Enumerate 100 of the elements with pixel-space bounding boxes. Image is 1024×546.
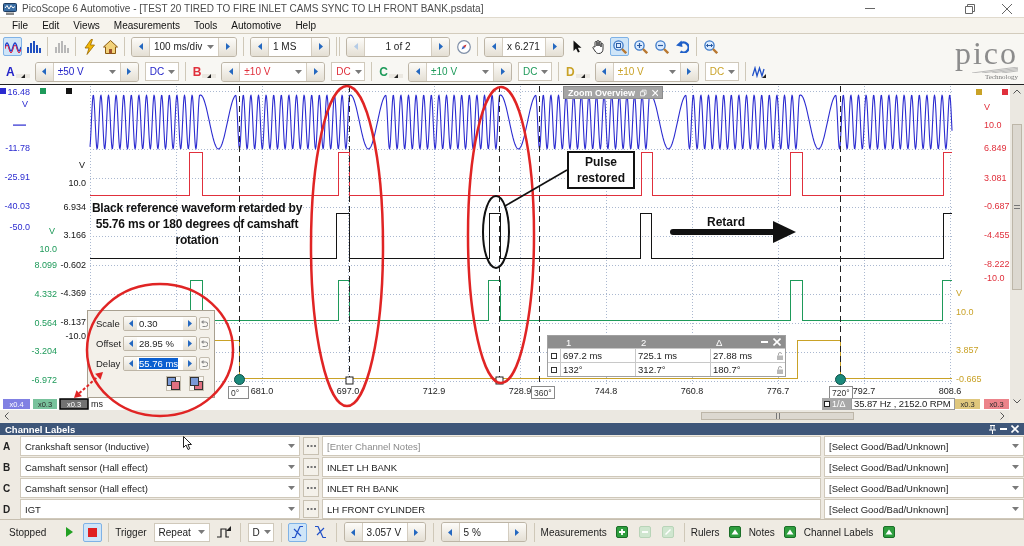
zoom-fit-button[interactable] — [701, 37, 720, 56]
decrement-button[interactable] — [124, 317, 137, 330]
restore-icon[interactable] — [965, 3, 975, 14]
range-spinner[interactable]: ±50 V — [34, 61, 139, 82]
zoom-area-button[interactable] — [610, 37, 629, 56]
menu-item[interactable]: Views — [66, 20, 107, 31]
reset-button[interactable] — [199, 317, 210, 330]
zoom-factor-spinner[interactable]: x 6.271 — [484, 36, 564, 57]
decrement-button[interactable] — [251, 37, 268, 56]
decrement-button[interactable] — [344, 523, 362, 541]
notes-field[interactable]: [Enter Channel Notes] — [322, 436, 821, 456]
value-field[interactable]: 0.30 — [137, 317, 183, 330]
range-spinner[interactable]: ±10 V — [408, 61, 512, 82]
trigger-mode-dropdown[interactable]: Repeat — [153, 522, 210, 542]
threshold-spinner[interactable]: 3.057 V — [343, 522, 426, 542]
value-spinner[interactable]: 0.30 — [123, 316, 197, 331]
menu-item[interactable]: File — [5, 20, 36, 31]
timebase-field[interactable]: 100 ms/div — [149, 37, 219, 56]
rising-edge-button[interactable] — [287, 522, 307, 542]
range-field[interactable]: ±10 V — [239, 62, 308, 81]
pin-icon[interactable] — [989, 424, 996, 434]
decrement-button[interactable] — [485, 37, 502, 56]
coupling-dropdown[interactable]: DC — [331, 62, 366, 81]
decrement-button[interactable] — [132, 37, 149, 56]
close-icon[interactable] — [1002, 3, 1012, 14]
ruler-handle[interactable] — [234, 374, 245, 385]
coupling-dropdown[interactable]: DC — [144, 62, 179, 81]
increment-button[interactable] — [183, 357, 196, 370]
timebase-spinner[interactable]: 100 ms/div — [131, 36, 237, 57]
vertical-scrollbar[interactable] — [1010, 84, 1024, 410]
home-button[interactable] — [101, 37, 120, 56]
increment-button[interactable] — [219, 37, 236, 56]
rating-dropdown[interactable]: [Select Good/Bad/Unknown] — [824, 499, 1024, 519]
probe-dropdown[interactable]: IGT — [20, 499, 300, 519]
sample-count-field[interactable]: 1 MS — [268, 37, 312, 56]
menu-item[interactable]: Tools — [187, 20, 225, 31]
up-chevron-icon[interactable] — [1013, 89, 1021, 94]
browse-button[interactable] — [303, 500, 319, 518]
increment-button[interactable] — [307, 62, 325, 81]
scope-view-button[interactable] — [3, 37, 22, 56]
browse-button[interactable] — [303, 458, 319, 476]
right-chevron-icon[interactable] — [1000, 412, 1005, 420]
menu-item[interactable]: Help — [288, 20, 323, 31]
decrement-button[interactable] — [124, 337, 137, 350]
menu-item[interactable]: Edit — [35, 20, 67, 31]
coupling-dropdown[interactable]: DC — [518, 62, 552, 81]
probe-dropdown[interactable]: Camshaft sensor (Hall effect) — [20, 478, 300, 498]
value-spinner[interactable]: 55.76 ms — [123, 356, 197, 371]
buffer-field[interactable]: 1 of 2 — [364, 37, 432, 56]
pre-trigger-field[interactable]: 5 % — [458, 523, 509, 541]
rating-dropdown[interactable]: [Select Good/Bad/Unknown] — [824, 436, 1024, 456]
square-marker-icon[interactable] — [1002, 89, 1008, 95]
scrollbar-thumb[interactable] — [1012, 124, 1022, 290]
browse-button[interactable] — [303, 479, 319, 497]
stop-button[interactable] — [83, 522, 103, 542]
increment-button[interactable] — [680, 62, 698, 81]
compass-button[interactable] — [454, 37, 473, 56]
zoom-factor-field[interactable]: x 6.271 — [502, 37, 546, 56]
scrollbar-thumb[interactable] — [701, 412, 854, 420]
decrement-button[interactable] — [35, 62, 53, 81]
square-marker-icon[interactable] — [40, 88, 46, 94]
increment-button[interactable] — [432, 37, 449, 56]
increment-button[interactable] — [494, 62, 511, 81]
decrement-button[interactable] — [124, 357, 137, 370]
left-chevron-icon[interactable] — [4, 412, 9, 420]
value-spinner[interactable]: 28.95 % — [123, 336, 197, 351]
rating-dropdown[interactable]: [Select Good/Bad/Unknown] — [824, 457, 1024, 477]
increment-button[interactable] — [183, 337, 196, 350]
ruler-handle[interactable] — [345, 376, 354, 385]
notes-field[interactable]: INLET RH BANK — [322, 478, 821, 498]
decrement-button[interactable] — [441, 523, 459, 541]
decrement-button[interactable] — [222, 62, 240, 81]
range-field[interactable]: ±10 V — [426, 62, 494, 81]
menu-item[interactable]: Automotive — [224, 20, 289, 31]
buffer-spinner[interactable]: 1 of 2 — [346, 36, 450, 57]
notes-field[interactable]: LH FRONT CYLINDER — [322, 499, 821, 519]
overlay-button[interactable] — [166, 376, 181, 391]
reset-button[interactable] — [199, 337, 210, 350]
channel-button[interactable]: A — [5, 62, 31, 81]
decrement-button[interactable] — [595, 62, 613, 81]
browse-button[interactable] — [303, 437, 319, 455]
increment-button[interactable] — [546, 37, 563, 56]
square-marker-icon[interactable] — [66, 88, 72, 94]
value-field[interactable]: 28.95 % — [137, 337, 183, 350]
reset-button[interactable] — [199, 357, 210, 370]
probe-dropdown[interactable]: Crankshaft sensor (Inductive) — [20, 436, 300, 456]
rating-dropdown[interactable]: [Select Good/Bad/Unknown] — [824, 478, 1024, 498]
range-spinner[interactable]: ±10 V — [221, 61, 326, 82]
increment-button[interactable] — [312, 37, 329, 56]
square-marker-icon[interactable] — [976, 89, 982, 95]
notes-field[interactable]: INLET LH BANK — [322, 457, 821, 477]
zoom-in-button[interactable] — [631, 37, 650, 56]
sample-count-spinner[interactable]: 1 MS — [250, 36, 330, 57]
ruler-handle[interactable] — [835, 374, 846, 385]
decrement-button[interactable] — [409, 62, 426, 81]
threshold-field[interactable]: 3.057 V — [361, 523, 408, 541]
channel-button[interactable]: B — [191, 62, 218, 81]
menu-item[interactable]: Measurements — [106, 20, 187, 31]
increment-button[interactable] — [120, 62, 138, 81]
range-field[interactable]: ±50 V — [52, 62, 121, 81]
